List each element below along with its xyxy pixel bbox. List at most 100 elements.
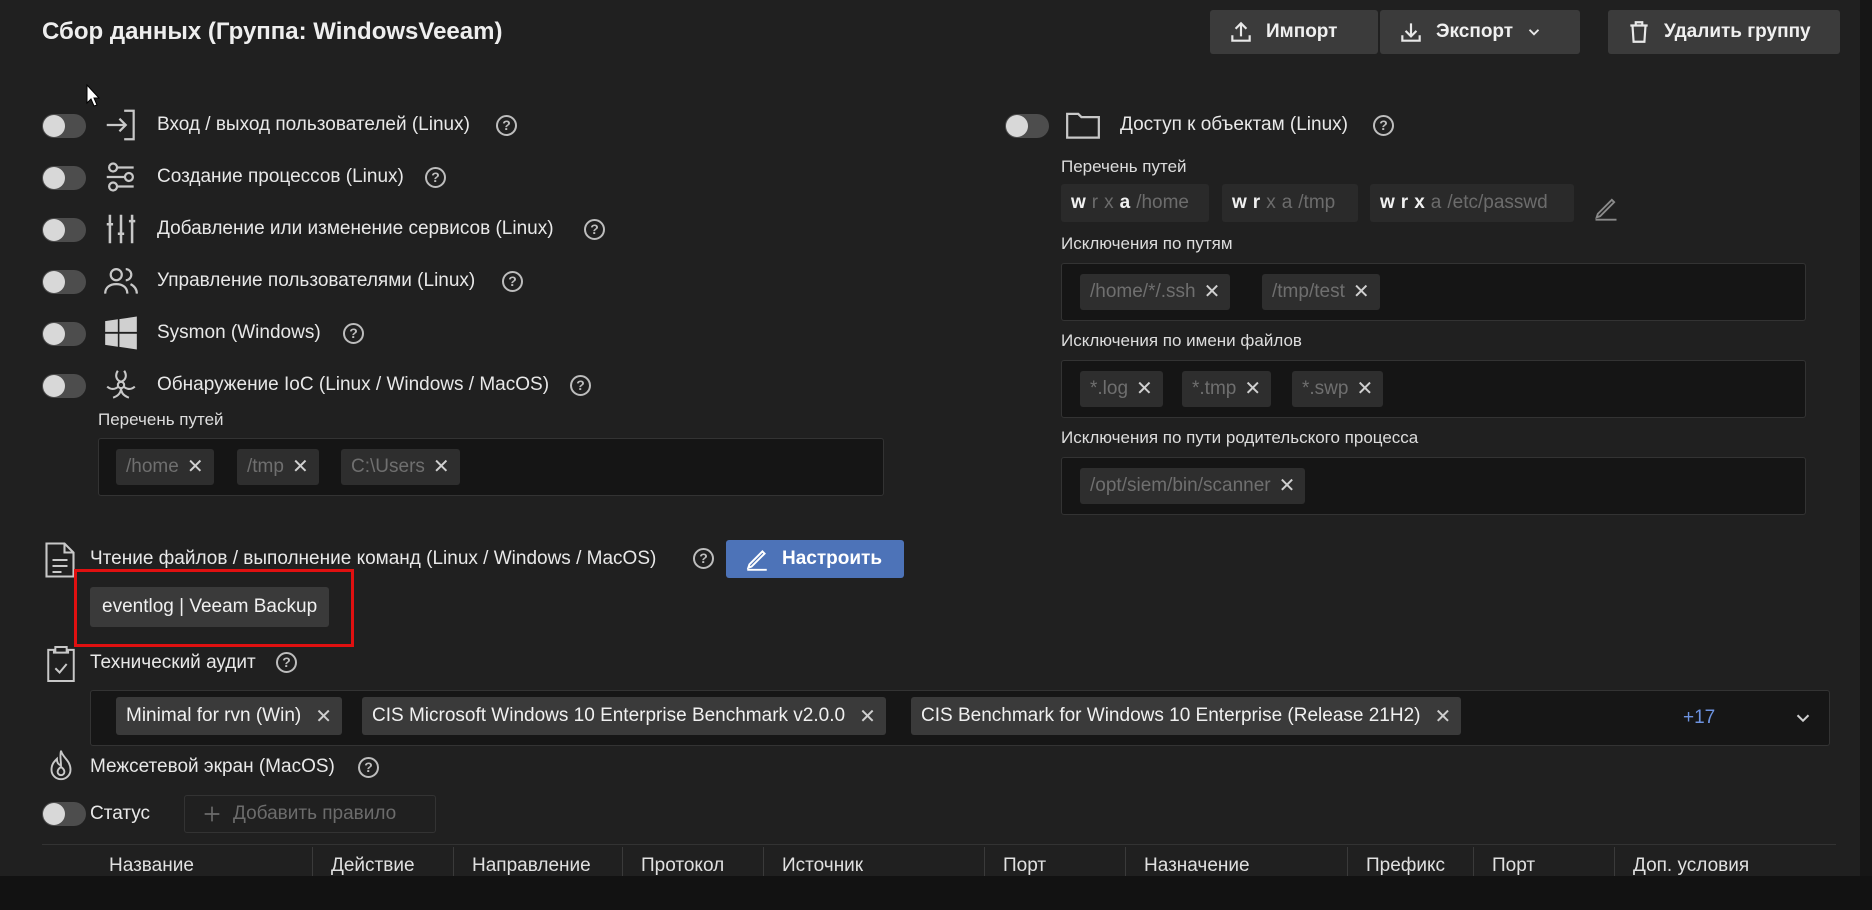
delete-group-button[interactable]: Удалить группу: [1608, 10, 1840, 54]
edit-icon[interactable]: [1592, 194, 1620, 222]
file-exclusions-label: Исключения по имени файлов: [1061, 331, 1302, 350]
data-collection-panel: Сбор данных (Группа: WindowsVeeam) Импор…: [0, 0, 1861, 876]
column-divider: [1614, 847, 1615, 876]
file-exclusion-chip: *.swp ✕: [1292, 371, 1384, 407]
close-icon[interactable]: ✕: [1136, 379, 1153, 399]
toggle-sysmon[interactable]: [42, 322, 86, 346]
path-exclusions-label: Исключения по путям: [1061, 234, 1233, 253]
path-exclusion-chip: /home/*/.ssh ✕: [1080, 274, 1231, 310]
column-divider: [1473, 847, 1474, 876]
item-label-ioc: Обнаружение IoC (Linux / Windows / MacOS…: [157, 374, 550, 395]
plus-icon: [204, 806, 220, 822]
close-icon[interactable]: ✕: [187, 457, 204, 477]
object-access-label: Доступ к объектам (Linux): [1120, 114, 1348, 135]
audit-chip: Minimal for rvn (Win) ✕: [116, 697, 342, 735]
ioc-path-chip: /home ✕: [116, 449, 214, 485]
toggle-services[interactable]: [42, 218, 86, 242]
import-button[interactable]: Импорт: [1210, 10, 1378, 54]
help-icon[interactable]: ?: [584, 219, 605, 240]
help-icon[interactable]: ?: [693, 548, 714, 569]
flame-icon: [50, 750, 72, 781]
pencil-icon: [746, 550, 767, 571]
column-divider: [984, 847, 985, 876]
close-icon[interactable]: ✕: [1356, 379, 1373, 399]
bottom-bar: [0, 876, 1872, 910]
ioc-paths-input[interactable]: [98, 438, 884, 496]
help-icon[interactable]: ?: [496, 115, 517, 136]
close-icon[interactable]: ✕: [292, 457, 309, 477]
export-button[interactable]: Экспорт: [1380, 10, 1580, 54]
help-icon[interactable]: ?: [358, 757, 379, 778]
document-icon: [45, 542, 75, 578]
close-icon[interactable]: ✕: [1204, 282, 1221, 302]
audit-chip: CIS Benchmark for Windows 10 Enterprise …: [911, 697, 1462, 735]
help-icon[interactable]: ?: [502, 271, 523, 292]
column-header[interactable]: Источник: [782, 855, 863, 876]
delete-group-label: Удалить группу: [1664, 21, 1811, 42]
file-exclusions-input[interactable]: [1061, 360, 1806, 418]
toggle-ioc[interactable]: [42, 374, 86, 398]
permission-path-home[interactable]: wrxa /home: [1061, 184, 1209, 222]
clipboard-check-icon: [47, 646, 75, 682]
help-icon[interactable]: ?: [425, 167, 446, 188]
ioc-path-chip: /tmp ✕: [237, 449, 319, 485]
help-icon[interactable]: ?: [343, 323, 364, 344]
close-icon[interactable]: ✕: [1244, 379, 1261, 399]
toggle-object-access[interactable]: [1005, 114, 1049, 138]
parent-exclusion-chip: /opt/siem/bin/scanner ✕: [1080, 468, 1306, 504]
audit-label: Технический аудит: [90, 652, 256, 673]
close-icon[interactable]: ✕: [1279, 476, 1296, 496]
column-header[interactable]: Назначение: [1144, 855, 1250, 876]
toggle-user-login[interactable]: [42, 114, 86, 138]
mouse-cursor-icon: [86, 84, 101, 107]
column-header[interactable]: Направление: [472, 855, 591, 876]
download-icon: [1401, 23, 1421, 42]
page-title: Сбор данных (Группа: WindowsVeeam): [42, 18, 503, 45]
process-icon: [106, 162, 134, 192]
ioc-path-chip: C:\Users ✕: [341, 449, 460, 485]
toggle-process-creation[interactable]: [42, 166, 86, 190]
help-icon[interactable]: ?: [1373, 115, 1394, 136]
column-header[interactable]: Порт: [1003, 855, 1046, 876]
close-icon[interactable]: ✕: [1353, 282, 1370, 302]
permission-path-tmp[interactable]: wrxa /tmp: [1222, 184, 1358, 222]
item-label-sysmon: Sysmon (Windows): [157, 322, 321, 343]
column-header[interactable]: Порт: [1492, 855, 1535, 876]
help-icon[interactable]: ?: [276, 652, 297, 673]
add-rule-button[interactable]: Добавить правило: [184, 795, 436, 833]
close-icon[interactable]: ✕: [1434, 704, 1451, 729]
firewall-label: Межсетевой экран (MacOS): [90, 756, 335, 777]
folder-icon: [1066, 112, 1100, 139]
item-label-user-management: Управление пользователями (Linux): [157, 270, 476, 291]
column-divider: [312, 847, 313, 876]
toggle-user-management[interactable]: [42, 270, 86, 294]
close-icon[interactable]: ✕: [859, 704, 876, 729]
biohazard-icon: [106, 370, 136, 399]
column-divider: [453, 847, 454, 876]
more-count[interactable]: +17: [1683, 707, 1715, 729]
close-icon[interactable]: ✕: [315, 704, 332, 729]
chevron-down-icon[interactable]: [1792, 707, 1814, 729]
column-header[interactable]: Префикс: [1366, 855, 1445, 876]
help-icon[interactable]: ?: [570, 375, 591, 396]
column-header[interactable]: Протокол: [641, 855, 724, 876]
path-exclusion-chip: /tmp/test ✕: [1262, 274, 1380, 310]
toggle-firewall-status[interactable]: [42, 802, 86, 826]
file-reading-label: Чтение файлов / выполнение команд (Linux…: [90, 548, 657, 569]
column-divider: [763, 847, 764, 876]
windows-icon: [105, 316, 137, 350]
sliders-icon: [106, 214, 136, 244]
login-icon: [106, 109, 135, 141]
column-header[interactable]: Доп. условия: [1633, 855, 1749, 876]
permission-path-passwd[interactable]: wrxa /etc/passwd: [1370, 184, 1574, 222]
item-label-user-login: Вход / выход пользователей (Linux): [157, 114, 470, 135]
column-divider: [1347, 847, 1348, 876]
configure-button[interactable]: Настроить: [726, 540, 904, 578]
file-exclusion-chip: *.tmp ✕: [1182, 371, 1272, 407]
column-header[interactable]: Действие: [331, 855, 415, 876]
audit-chip: CIS Microsoft Windows 10 Enterprise Benc…: [362, 697, 886, 735]
column-header[interactable]: Название: [109, 855, 194, 876]
scrollbar-track[interactable]: [1860, 0, 1872, 876]
status-label: Статус: [90, 803, 151, 824]
close-icon[interactable]: ✕: [433, 457, 450, 477]
